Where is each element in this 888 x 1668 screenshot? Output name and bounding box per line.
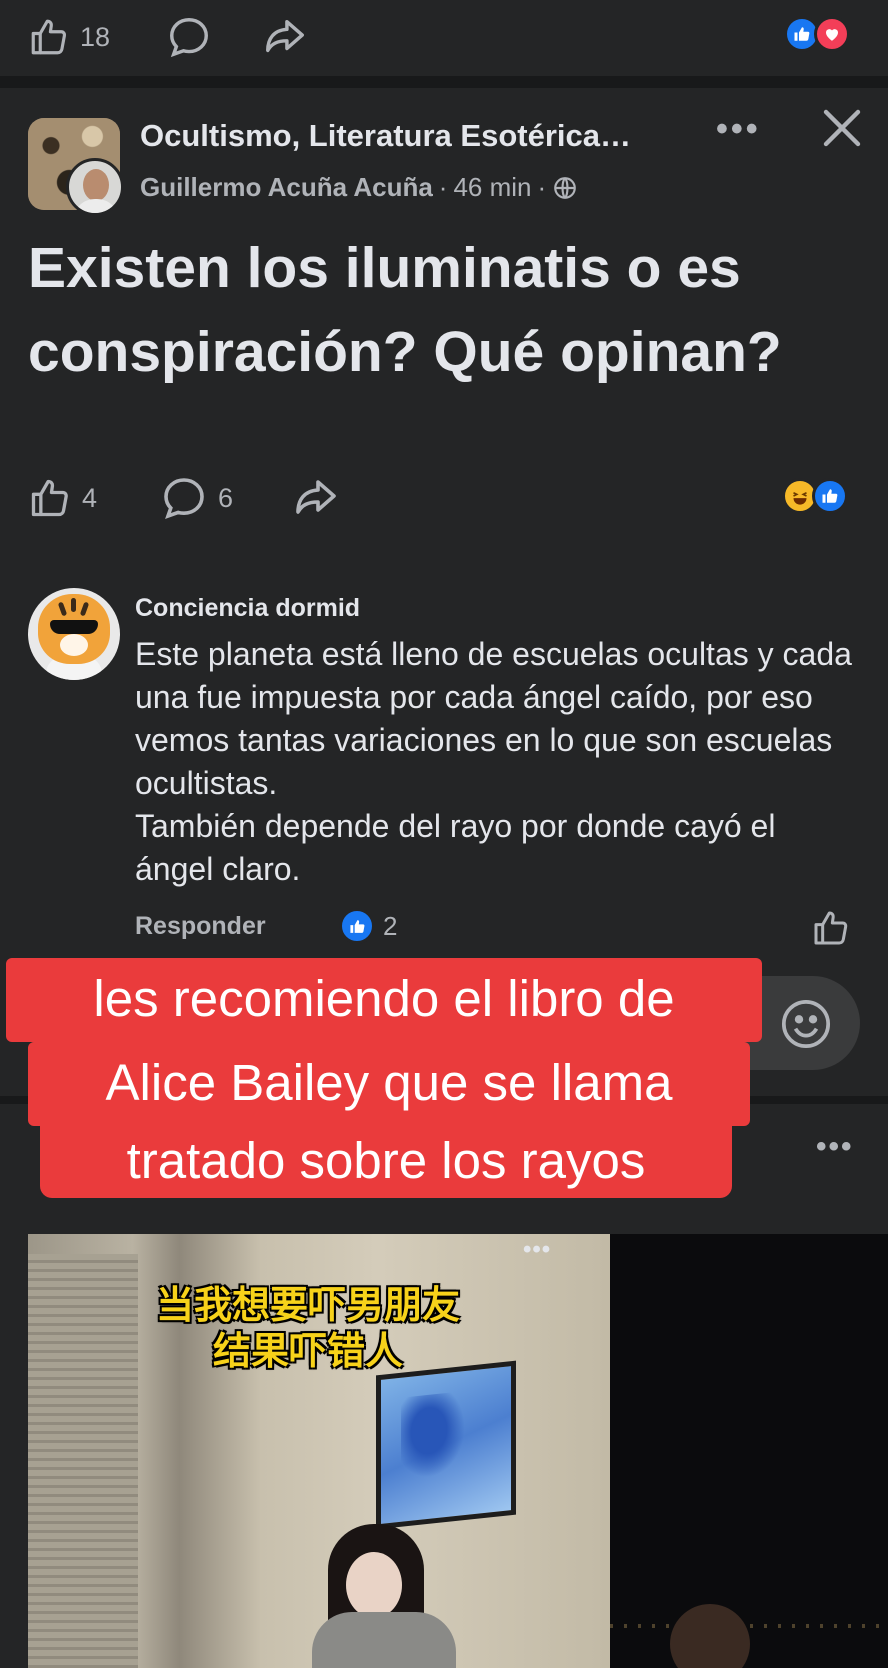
overlay-caption-line: Alice Bailey que se llama	[28, 1042, 750, 1126]
post-card: Ocultismo, Literatura Esotérica… Guiller…	[0, 88, 888, 1096]
reply-button[interactable]: Responder	[135, 912, 266, 941]
like-count: 18	[80, 21, 111, 52]
close-icon[interactable]	[818, 104, 866, 152]
more-options-button[interactable]: •••	[816, 1130, 854, 1164]
reaction-summary[interactable]	[784, 16, 850, 52]
overlay-caption-line: tratado sobre los rayos	[40, 1126, 732, 1198]
post-title: Existen los iluminatis o es conspiración…	[28, 236, 782, 384]
thumbs-up-icon	[31, 19, 67, 55]
video-caption: 当我想要吓男朋友 结果吓错人	[155, 1283, 460, 1373]
more-options-button[interactable]: •••	[716, 110, 761, 149]
previous-post-action-bar: 18	[0, 0, 888, 82]
video-more-icon[interactable]: •••	[523, 1236, 551, 1264]
separator-dot: ·	[438, 172, 448, 202]
comment-icon	[170, 18, 208, 58]
comment-icon	[164, 478, 204, 519]
comment-like-count: 2	[383, 910, 398, 941]
post-meta: Guillermo Acuña Acuña · 46 min ·	[140, 172, 578, 203]
group-name[interactable]: Ocultismo, Literatura Esotérica…	[140, 118, 631, 154]
commenter-name[interactable]: Conciencia dormid	[135, 594, 360, 623]
post-reaction-summary[interactable]	[782, 478, 848, 514]
post-like-button[interactable]: 4	[28, 476, 97, 520]
thumbs-up-icon[interactable]	[811, 908, 851, 948]
post-like-count: 4	[82, 482, 98, 513]
share-button[interactable]	[262, 14, 308, 60]
like-button[interactable]: 18	[28, 16, 110, 58]
author-avatar[interactable]	[66, 158, 124, 216]
overlay-caption-line: les recomiendo el libro de	[6, 958, 762, 1042]
post-share-button[interactable]	[292, 474, 340, 522]
video-scene-right	[610, 1234, 888, 1668]
share-icon	[266, 19, 304, 53]
comment-reaction-summary[interactable]: 2	[339, 908, 397, 944]
author-name[interactable]: Guillermo Acuña Acuña	[140, 172, 433, 203]
post-comment-count: 6	[218, 482, 234, 513]
globe-icon	[554, 176, 577, 199]
like-reaction-icon	[812, 478, 848, 514]
like-reaction-icon	[339, 908, 375, 944]
post-comment-button[interactable]: 6	[160, 474, 233, 522]
comment-text: Este planeta está lleno de escuelas ocul…	[135, 636, 852, 887]
love-reaction-icon	[814, 16, 850, 52]
separator-dot: ·	[537, 172, 547, 202]
comment-button[interactable]	[166, 14, 212, 60]
video-player[interactable]: ••• 当我想要吓男朋友 结果吓错人	[28, 1234, 888, 1668]
smiley-icon[interactable]	[778, 996, 834, 1052]
thumbs-up-icon	[31, 479, 68, 517]
share-icon	[296, 480, 336, 514]
commenter-avatar[interactable]	[28, 588, 120, 680]
comment-actions: Responder 2	[135, 908, 855, 948]
post-time[interactable]: 46 min	[453, 172, 531, 203]
